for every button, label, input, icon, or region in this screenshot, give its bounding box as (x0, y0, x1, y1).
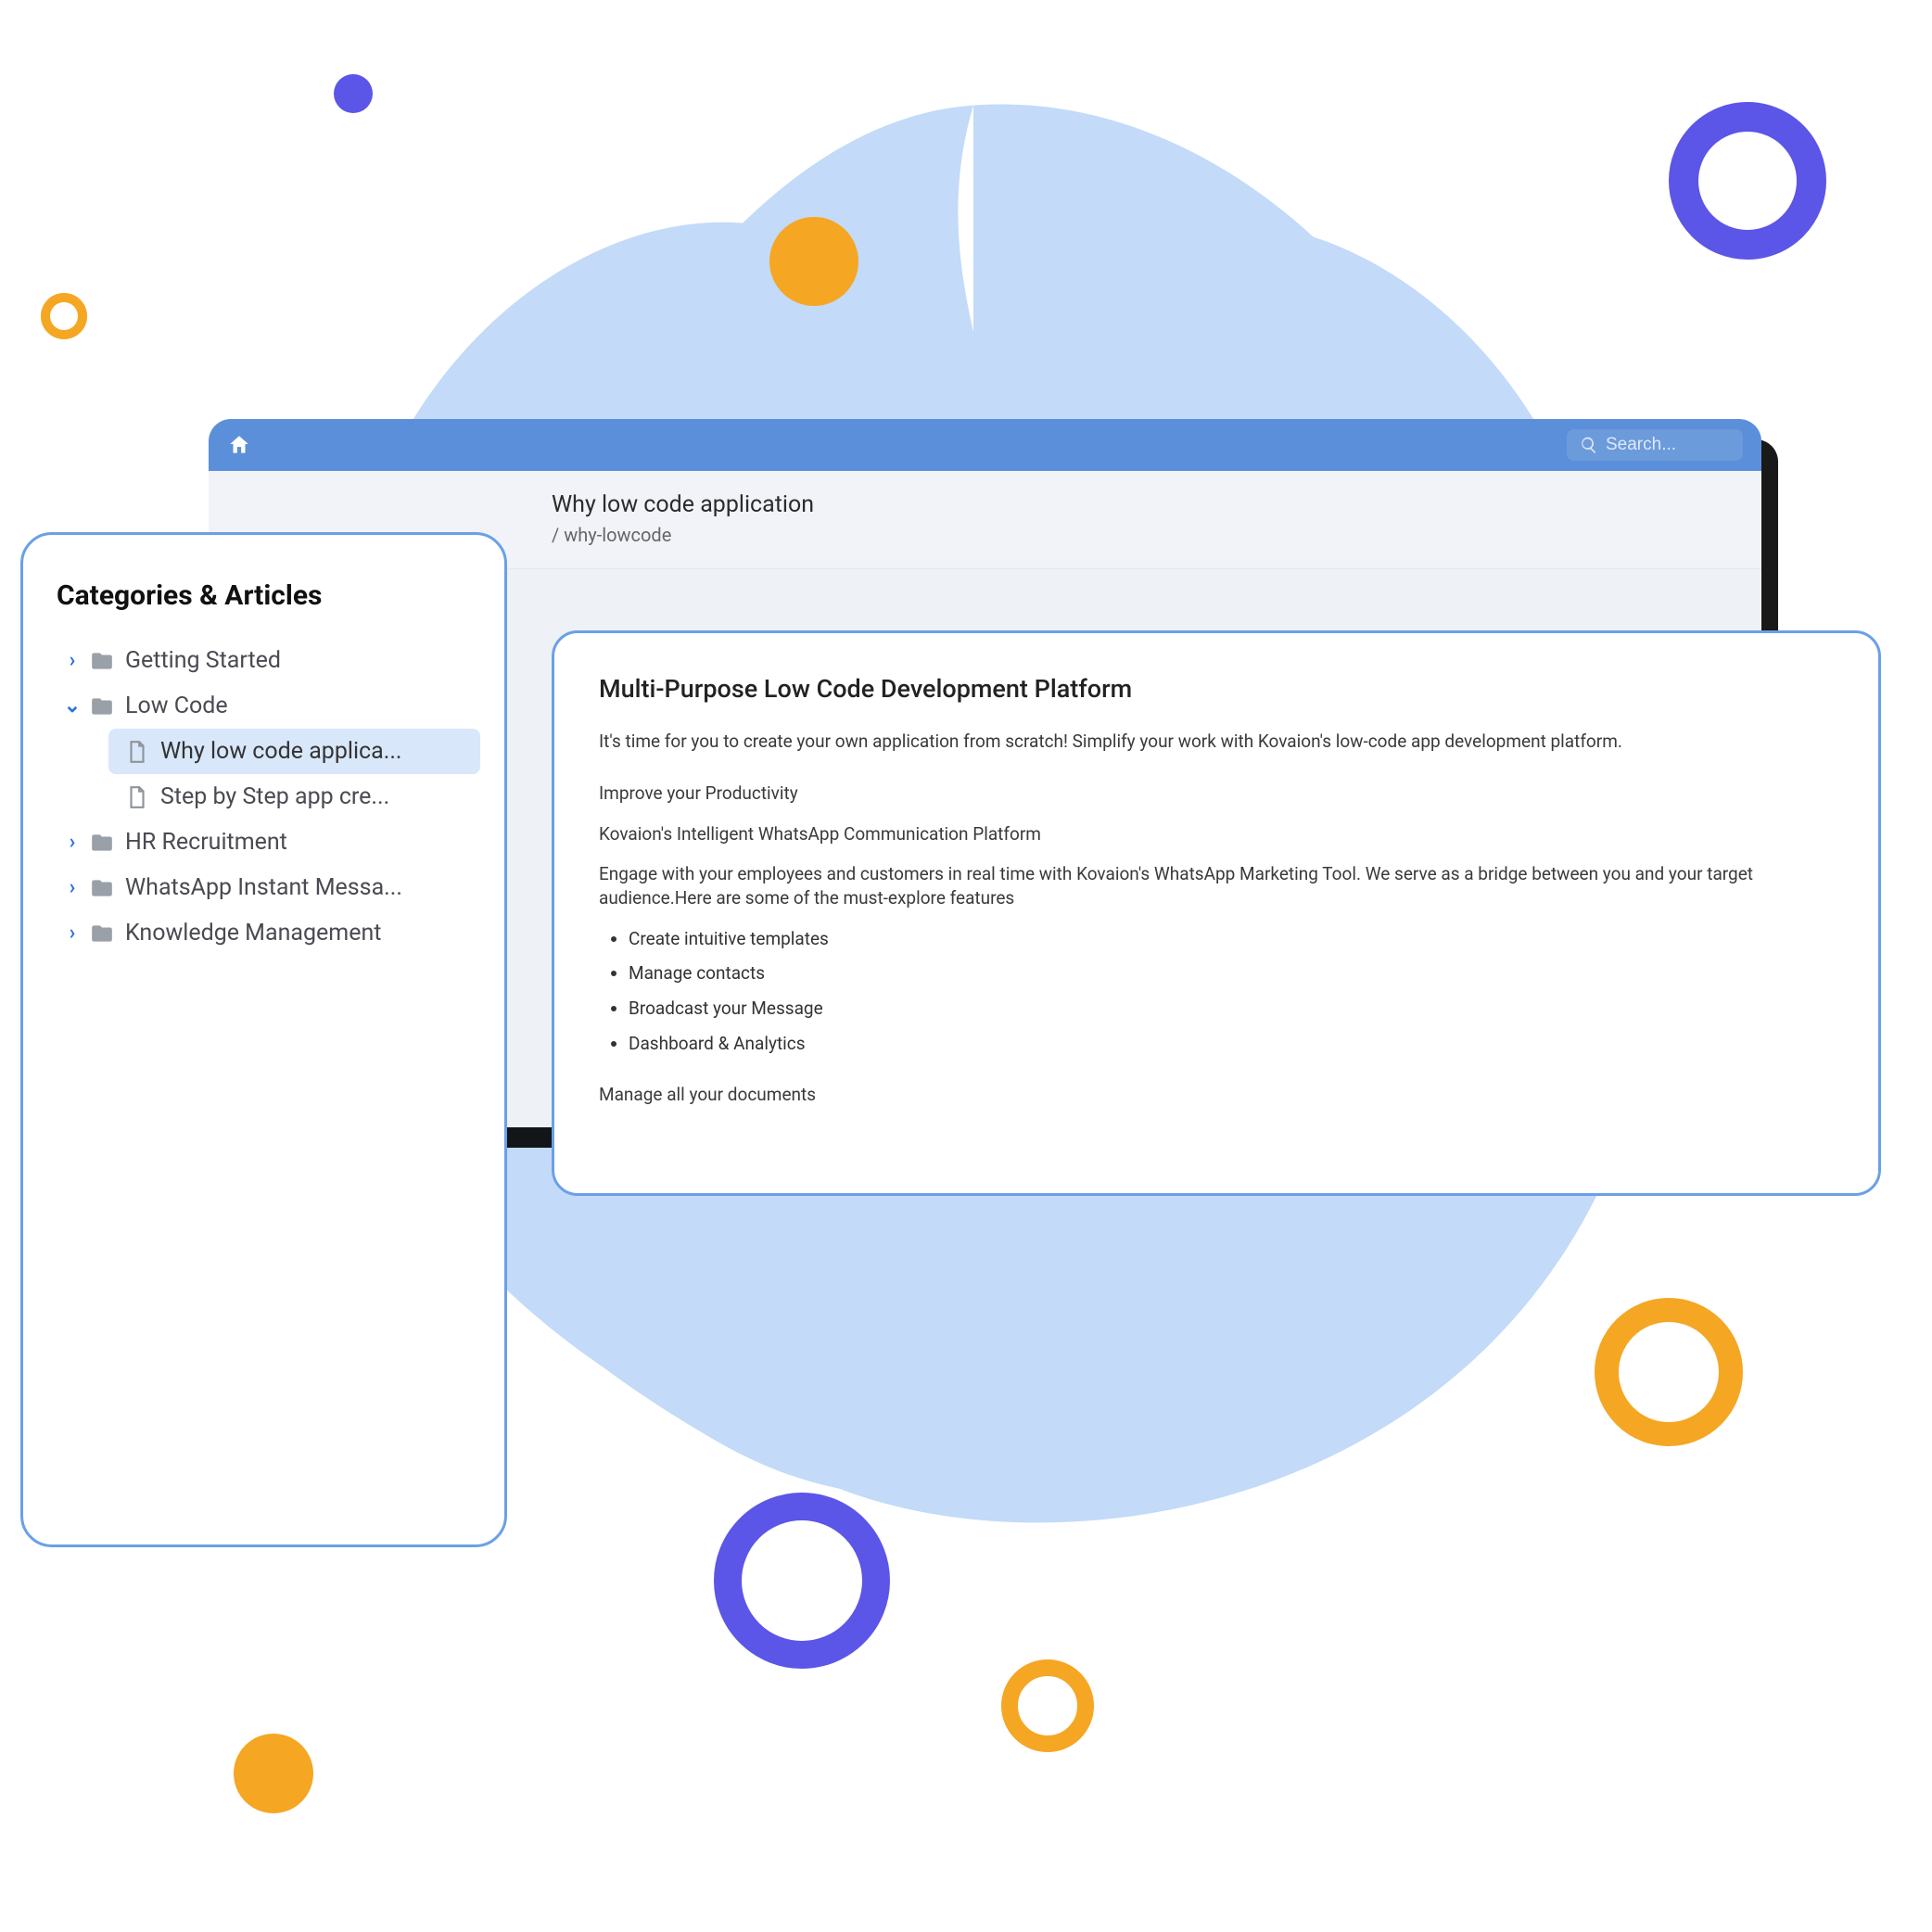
article-platform-line: Kovaion's Intelligent WhatsApp Communica… (599, 822, 1834, 846)
article-card: Multi-Purpose Low Code Development Platf… (552, 630, 1881, 1196)
search-icon (1580, 436, 1598, 454)
tree-item-label: Knowledge Management (125, 920, 381, 947)
page-slug: / why-lowcode (552, 524, 1724, 546)
tree-item-label: Low Code (125, 693, 228, 719)
document-icon (123, 785, 151, 809)
folder-icon (88, 694, 116, 718)
app-bar (209, 419, 1761, 471)
tree-child-label: Step by Step app cre... (160, 783, 389, 810)
tree-item-knowledge-management[interactable]: › Knowledge Management (57, 910, 480, 956)
tree-child-step-by-step[interactable]: Step by Step app cre... (108, 774, 480, 820)
article-manage-docs: Manage all your documents (599, 1083, 1834, 1107)
article-heading: Multi-Purpose Low Code Development Platf… (599, 672, 1834, 705)
folder-icon (88, 922, 116, 946)
tree-item-label: WhatsApp Instant Messa... (125, 874, 402, 901)
chevron-right-icon: › (60, 876, 84, 899)
deco-ring-indigo-bottom (714, 1493, 890, 1669)
document-icon (123, 740, 151, 764)
feature-item: Create intuitive templates (629, 927, 1834, 951)
deco-dot-indigo-small (334, 74, 373, 113)
deco-ring-orange-right (1595, 1298, 1743, 1446)
article-productivity: Improve your Productivity (599, 782, 1834, 806)
tree-child-why-low-code[interactable]: Why low code applica... (108, 729, 480, 774)
tree-item-getting-started[interactable]: › Getting Started (57, 638, 480, 683)
page-title: Why low code application (552, 491, 1724, 518)
feature-list: Create intuitive templates Manage contac… (629, 927, 1834, 1056)
chevron-right-icon: › (60, 922, 84, 945)
chevron-right-icon: › (60, 649, 84, 672)
tree-item-label: Getting Started (125, 647, 281, 674)
feature-item: Manage contacts (629, 961, 1834, 985)
tree-item-label: HR Recruitment (125, 829, 287, 856)
tree-child-label: Why low code applica... (160, 738, 402, 765)
tree-item-whatsapp[interactable]: › WhatsApp Instant Messa... (57, 865, 480, 910)
sidebar-title: Categories & Articles (57, 579, 480, 612)
home-button[interactable] (227, 433, 251, 457)
deco-dot-orange-medium (769, 217, 858, 306)
search-box[interactable] (1567, 429, 1743, 461)
folder-icon (88, 876, 116, 900)
sidebar-panel: Categories & Articles › Getting Started … (20, 532, 507, 1547)
search-input[interactable] (1606, 435, 1726, 455)
tree-item-hr-recruitment[interactable]: › HR Recruitment (57, 820, 480, 865)
article-engage: Engage with your employees and customers… (599, 862, 1834, 909)
chevron-down-icon: ⌄ (60, 694, 84, 718)
article-intro: It's time for you to create your own app… (599, 730, 1834, 754)
category-tree: › Getting Started ⌄ Low Code Why low cod… (57, 638, 480, 956)
folder-icon (88, 831, 116, 855)
chevron-right-icon: › (60, 831, 84, 854)
folder-icon (88, 649, 116, 673)
tree-item-low-code[interactable]: ⌄ Low Code (57, 683, 480, 729)
deco-ring-orange-small (41, 293, 87, 339)
home-icon (227, 433, 251, 457)
deco-ring-orange-bottom (1001, 1659, 1094, 1752)
deco-ring-indigo-large (1669, 102, 1826, 260)
deco-dot-orange-bottom-left (234, 1734, 313, 1813)
feature-item: Broadcast your Message (629, 997, 1834, 1021)
feature-item: Dashboard & Analytics (629, 1032, 1834, 1056)
